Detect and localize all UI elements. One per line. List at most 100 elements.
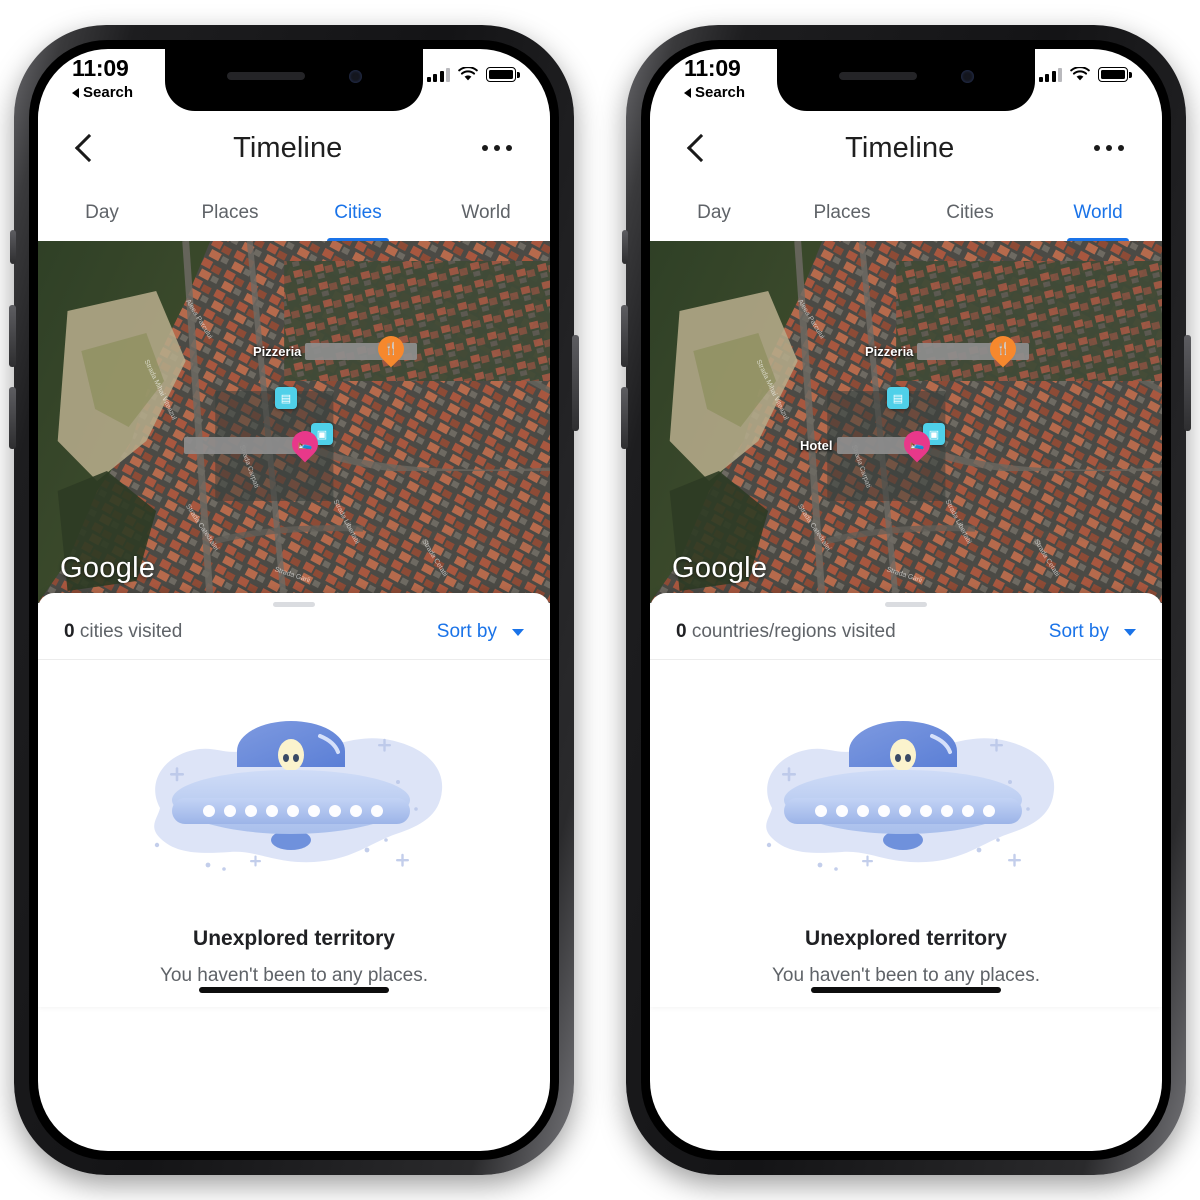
power-button-right[interactable] — [1184, 335, 1191, 431]
phone-bezel-right: 11:09 Search Timeline Day Places Cities … — [641, 40, 1171, 1160]
phone-device-left: 11:09 Search Timeline Day Places Cities … — [9, 25, 579, 1175]
satellite-map-left[interactable]: Strada Mihai Viteazul Aleea Parcului Str… — [38, 241, 550, 603]
restaurant-pin[interactable]: 🍴 — [372, 330, 410, 370]
sheet-header: 0 cities visited Sort by — [38, 607, 550, 660]
tab-cities[interactable]: Cities — [294, 185, 422, 241]
status-bar-right-group — [426, 49, 520, 82]
google-watermark: Google — [60, 552, 156, 584]
empty-state-left: Unexplored territory You haven't been to… — [38, 660, 550, 987]
empty-state-title: Unexplored territory — [805, 927, 1007, 950]
tab-places[interactable]: Places — [778, 185, 906, 241]
back-button[interactable] — [68, 131, 102, 165]
more-horizontal-icon[interactable] — [1086, 137, 1133, 160]
tab-world[interactable]: World — [422, 185, 550, 241]
alien-head — [278, 739, 304, 771]
redaction-box — [184, 437, 300, 454]
empty-state-title: Unexplored territory — [193, 927, 395, 950]
app-bar-right: Timeline — [650, 111, 1162, 185]
sort-by-label: Sort by — [436, 621, 497, 642]
page-title: Timeline — [845, 131, 955, 164]
alien-head — [890, 739, 916, 771]
map-label-redacted — [184, 437, 300, 454]
sort-by-label: Sort by — [1048, 621, 1109, 642]
hotel-pin[interactable]: 🛌 — [286, 425, 324, 465]
sort-by-button[interactable]: Sort by — [437, 621, 524, 643]
status-back-label: Search — [83, 84, 134, 101]
page-title: Timeline — [233, 131, 343, 164]
status-bar-right: 11:09 Search — [650, 49, 1162, 111]
visited-count: 0 — [64, 621, 75, 642]
restaurant-pin[interactable]: 🍴 — [984, 330, 1022, 370]
battery-full-icon — [486, 67, 520, 82]
home-indicator[interactable] — [199, 987, 389, 993]
status-back-to-app[interactable]: Search — [684, 84, 745, 101]
status-back-to-app[interactable]: Search — [72, 84, 133, 101]
visited-count-label: 0 cities visited — [64, 621, 182, 643]
tab-bar-left: Day Places Cities World — [38, 185, 550, 241]
app-bar-left: Timeline — [38, 111, 550, 185]
empty-state-subtitle: You haven't been to any places. — [771, 965, 1041, 986]
volume-up-button-right[interactable] — [621, 305, 628, 367]
screenshot-stage: 11:09 Search Timeline Day Places Cities … — [0, 0, 1200, 1200]
silent-switch-left[interactable] — [10, 230, 16, 264]
tab-cities[interactable]: Cities — [906, 185, 1034, 241]
status-bar-right-group — [1038, 49, 1132, 82]
status-bar-left: 11:09 Search — [38, 49, 550, 111]
tab-day[interactable]: Day — [650, 185, 778, 241]
map-imagery: Strada Mihai Viteazul Aleea Parcului Str… — [38, 241, 550, 603]
tab-bar-right: Day Places Cities World — [650, 185, 1162, 241]
status-bar-left-group: 11:09 Search — [684, 49, 745, 101]
home-indicator[interactable] — [811, 987, 1001, 993]
caret-down-icon — [1124, 628, 1136, 636]
sort-by-button[interactable]: Sort by — [1049, 621, 1136, 643]
visited-unit: countries/regions visited — [691, 621, 896, 642]
ufo-lights — [203, 805, 383, 817]
phone-bezel-left: 11:09 Search Timeline Day Places Cities … — [29, 40, 559, 1160]
silent-switch-right[interactable] — [622, 230, 628, 264]
sheet-header: 0 countries/regions visited Sort by — [650, 607, 1162, 660]
empty-state-right: Unexplored territory You haven't been to… — [650, 660, 1162, 987]
power-button-left[interactable] — [572, 335, 579, 431]
wifi-icon — [1070, 67, 1090, 81]
status-time: 11:09 — [684, 55, 741, 81]
transit-icon[interactable]: ▤ — [887, 387, 909, 409]
back-triangle-icon — [72, 87, 79, 98]
tab-day[interactable]: Day — [38, 185, 166, 241]
status-back-label: Search — [695, 84, 746, 101]
hotel-pin[interactable]: 🛌 — [898, 425, 936, 465]
bottom-sheet-right: 0 countries/regions visited Sort by Unex… — [650, 593, 1162, 1007]
status-time: 11:09 — [72, 55, 129, 81]
hotel-icon: 🛌 — [909, 437, 925, 452]
volume-down-button-left[interactable] — [9, 387, 16, 449]
phone-screen-left: 11:09 Search Timeline Day Places Cities … — [38, 49, 550, 1151]
ufo-illustration — [766, 721, 1055, 871]
tab-places[interactable]: Places — [166, 185, 294, 241]
restaurant-icon: 🍴 — [383, 342, 399, 357]
phone-device-right: 11:09 Search Timeline Day Places Cities … — [621, 25, 1191, 1175]
satellite-map-right[interactable]: Strada Mihai Viteazul Aleea Parcului Str… — [650, 241, 1162, 603]
status-bar-left-group: 11:09 Search — [72, 49, 133, 101]
signal-bars-icon — [426, 67, 450, 82]
signal-bars-icon — [1038, 67, 1062, 82]
volume-up-button-left[interactable] — [9, 305, 16, 367]
map-imagery: Strada Mihai Viteazul Aleea Parcului Str… — [650, 241, 1162, 603]
ufo-lights — [815, 805, 995, 817]
visited-unit: cities visited — [79, 621, 183, 642]
wifi-icon — [458, 67, 478, 81]
back-button[interactable] — [680, 131, 714, 165]
visited-count: 0 — [676, 621, 687, 642]
caret-down-icon — [512, 628, 524, 636]
bottom-sheet-left: 0 cities visited Sort by Unexplored terr… — [38, 593, 550, 1007]
ufo-illustration — [154, 721, 443, 871]
google-watermark: Google — [672, 552, 768, 584]
empty-state-subtitle: You haven't been to any places. — [159, 965, 429, 986]
battery-full-icon — [1098, 67, 1132, 82]
volume-down-button-right[interactable] — [621, 387, 628, 449]
back-triangle-icon — [684, 87, 691, 98]
hotel-icon: 🛌 — [297, 437, 313, 452]
more-horizontal-icon[interactable] — [474, 137, 521, 160]
transit-icon[interactable]: ▤ — [275, 387, 297, 409]
visited-count-label: 0 countries/regions visited — [676, 621, 896, 643]
tab-world[interactable]: World — [1034, 185, 1162, 241]
phone-screen-right: 11:09 Search Timeline Day Places Cities … — [650, 49, 1162, 1151]
